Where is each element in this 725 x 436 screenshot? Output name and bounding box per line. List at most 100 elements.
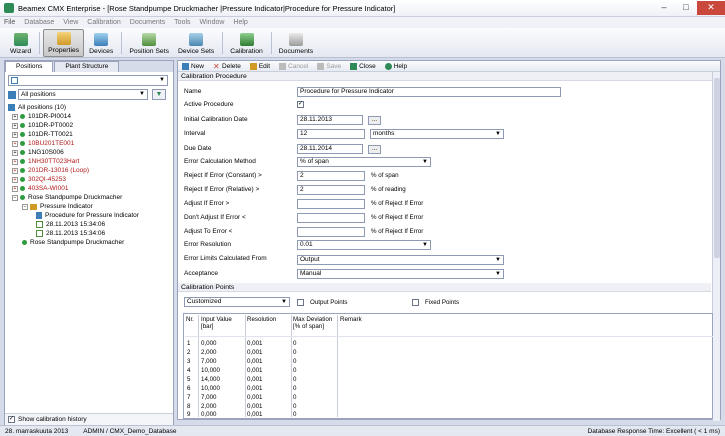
tree-node[interactable]: − Pressure Indicator: [8, 202, 170, 211]
menu-documents[interactable]: Documents: [130, 19, 165, 26]
tree-node[interactable]: +201DR-13016 (Loop): [8, 166, 170, 175]
new-button[interactable]: New: [182, 62, 204, 70]
menu-database[interactable]: Database: [24, 19, 54, 26]
tree-node-root[interactable]: All positions (10): [8, 103, 170, 112]
tree-node[interactable]: +10BU201TE001: [8, 139, 170, 148]
interval-input[interactable]: 12: [297, 129, 365, 139]
expand-icon[interactable]: +: [12, 122, 18, 129]
expand-icon[interactable]: +: [12, 140, 18, 147]
expand-icon[interactable]: +: [12, 185, 18, 192]
calibration-button[interactable]: Calibration: [226, 29, 267, 57]
edit-button[interactable]: Edit: [249, 62, 270, 70]
error-resolution-dropdown[interactable]: 0.01 ▼: [297, 240, 431, 250]
due-date-picker-button[interactable]: ...: [368, 145, 381, 154]
menu-view[interactable]: View: [63, 19, 78, 26]
due-date-input[interactable]: 28.11.2014: [297, 144, 363, 154]
fixed-points-label: Fixed Points: [425, 299, 460, 306]
tree-node[interactable]: +101DR-TT0021: [8, 130, 170, 139]
tree-node[interactable]: +302QI-45253: [8, 175, 170, 184]
column-header-resolution[interactable]: Resolution: [247, 316, 289, 323]
table-row[interactable]: 4 10,000 0,001 0: [184, 367, 712, 376]
menu-calibration[interactable]: Calibration: [87, 19, 120, 26]
expand-icon[interactable]: +: [12, 149, 18, 156]
table-row[interactable]: 6 10,000 0,001 0: [184, 385, 712, 394]
interval-unit-dropdown[interactable]: months ▼: [370, 129, 504, 139]
devices-button[interactable]: Devices: [85, 29, 117, 57]
delete-button[interactable]: ✕ Delete: [213, 62, 241, 70]
menu-file[interactable]: File: [4, 19, 15, 26]
expand-icon[interactable]: +: [12, 167, 18, 174]
history-toggle[interactable]: ✓ Show calibration history: [5, 413, 173, 425]
initial-date-picker-button[interactable]: ...: [368, 116, 381, 125]
adjust-if-input[interactable]: [297, 199, 365, 209]
tree-node-selected[interactable]: Procedure for Pressure Indicator: [8, 211, 170, 220]
name-input[interactable]: Procedure for Pressure Indicator: [297, 87, 561, 97]
menu-help[interactable]: Help: [233, 19, 247, 26]
collapse-icon[interactable]: −: [12, 194, 18, 201]
dont-adjust-input[interactable]: [297, 213, 365, 223]
tree-node[interactable]: +1NG10S006: [8, 148, 170, 157]
points-mode-dropdown[interactable]: Customized ▼: [184, 297, 290, 307]
expand-icon[interactable]: +: [12, 131, 18, 138]
close-button[interactable]: Close: [350, 62, 376, 70]
view-selector[interactable]: ▼: [8, 75, 168, 86]
tree-node[interactable]: Rose Standpumpe Druckmacher: [8, 238, 170, 247]
table-row[interactable]: 7 7,000 0,001 0: [184, 394, 712, 403]
column-header-remark[interactable]: Remark: [340, 316, 380, 323]
save-button[interactable]: Save: [317, 62, 341, 70]
table-row[interactable]: 2 2,000 0,001 0: [184, 349, 712, 358]
table-row[interactable]: 3 7,000 0,001 0: [184, 358, 712, 367]
error-limits-dropdown[interactable]: Output ▼: [297, 255, 504, 265]
adjust-to-input[interactable]: [297, 227, 365, 237]
help-button[interactable]: Help: [384, 62, 407, 70]
expand-icon[interactable]: +: [12, 113, 18, 120]
minimize-button[interactable]: –: [653, 1, 675, 15]
menu-window[interactable]: Window: [200, 19, 225, 26]
properties-button[interactable]: Properties: [43, 29, 85, 57]
tree-node[interactable]: +101DR-PI0014: [8, 112, 170, 121]
tab-positions[interactable]: Positions: [5, 61, 54, 72]
cancel-button[interactable]: Cancel: [279, 62, 308, 70]
scroll-thumb[interactable]: [714, 78, 720, 258]
initial-date-input[interactable]: 28.11.2013: [297, 115, 363, 125]
properties-icon: [56, 32, 71, 45]
active-procedure-checkbox[interactable]: ✓: [297, 101, 304, 108]
table-row[interactable]: 1 0,000 0,001 0: [184, 340, 712, 349]
device-sets-button[interactable]: Device Sets: [174, 29, 218, 57]
close-window-button[interactable]: ✕: [697, 1, 725, 15]
tree-node[interactable]: 28.11.2013 15:34:06: [8, 229, 170, 238]
menu-tools[interactable]: Tools: [174, 19, 190, 26]
toolbar-separator: [39, 32, 41, 54]
expand-icon[interactable]: +: [12, 158, 18, 165]
tree-node[interactable]: +403SA-WI001: [8, 184, 170, 193]
vertical-scrollbar[interactable]: [712, 72, 720, 421]
column-header-nr[interactable]: Nr.: [186, 316, 198, 323]
position-sets-button[interactable]: Position Sets: [125, 29, 173, 57]
table-row[interactable]: 5 14,000 0,001 0: [184, 376, 712, 385]
tree-node[interactable]: +101DR-PT0002: [8, 121, 170, 130]
output-points-checkbox[interactable]: [297, 299, 304, 306]
documents-button[interactable]: Documents: [275, 29, 317, 57]
maximize-button[interactable]: □: [675, 1, 697, 15]
column-header-input-value[interactable]: Input Value [bar]: [201, 316, 243, 330]
tree-node[interactable]: − Rose Standpumpe Druckmacher: [8, 193, 170, 202]
navigation-panel: Positions Plant Structure ▼ All position…: [4, 60, 174, 426]
wizard-button[interactable]: Wizard: [6, 29, 35, 57]
table-row[interactable]: 9 0,000 0,001 0: [184, 411, 712, 419]
tab-plant-structure[interactable]: Plant Structure: [54, 61, 120, 72]
tree-node[interactable]: 28.11.2013 15:34:06: [8, 220, 170, 229]
active-procedure-label: Active Procedure: [184, 101, 234, 108]
tree-node[interactable]: +1NH30TT023Hart: [8, 157, 170, 166]
fixed-points-checkbox[interactable]: [412, 299, 419, 306]
reject-relative-input[interactable]: 2: [297, 185, 365, 195]
reject-constant-input[interactable]: 2: [297, 171, 365, 181]
expand-icon[interactable]: +: [12, 176, 18, 183]
filter-dropdown[interactable]: All positions ▼: [18, 89, 148, 100]
error-method-dropdown[interactable]: % of span ▼: [297, 157, 431, 167]
calibration-points-table[interactable]: Nr. Input Value [bar] Resolution Max Dev…: [183, 313, 713, 419]
collapse-icon[interactable]: −: [22, 203, 28, 210]
checkbox-checked-icon[interactable]: ✓: [8, 416, 15, 423]
column-header-max-deviation[interactable]: Max Deviation [% of span]: [293, 316, 337, 330]
filter-button[interactable]: ▼: [152, 89, 166, 100]
acceptance-dropdown[interactable]: Manual ▼: [297, 269, 504, 279]
